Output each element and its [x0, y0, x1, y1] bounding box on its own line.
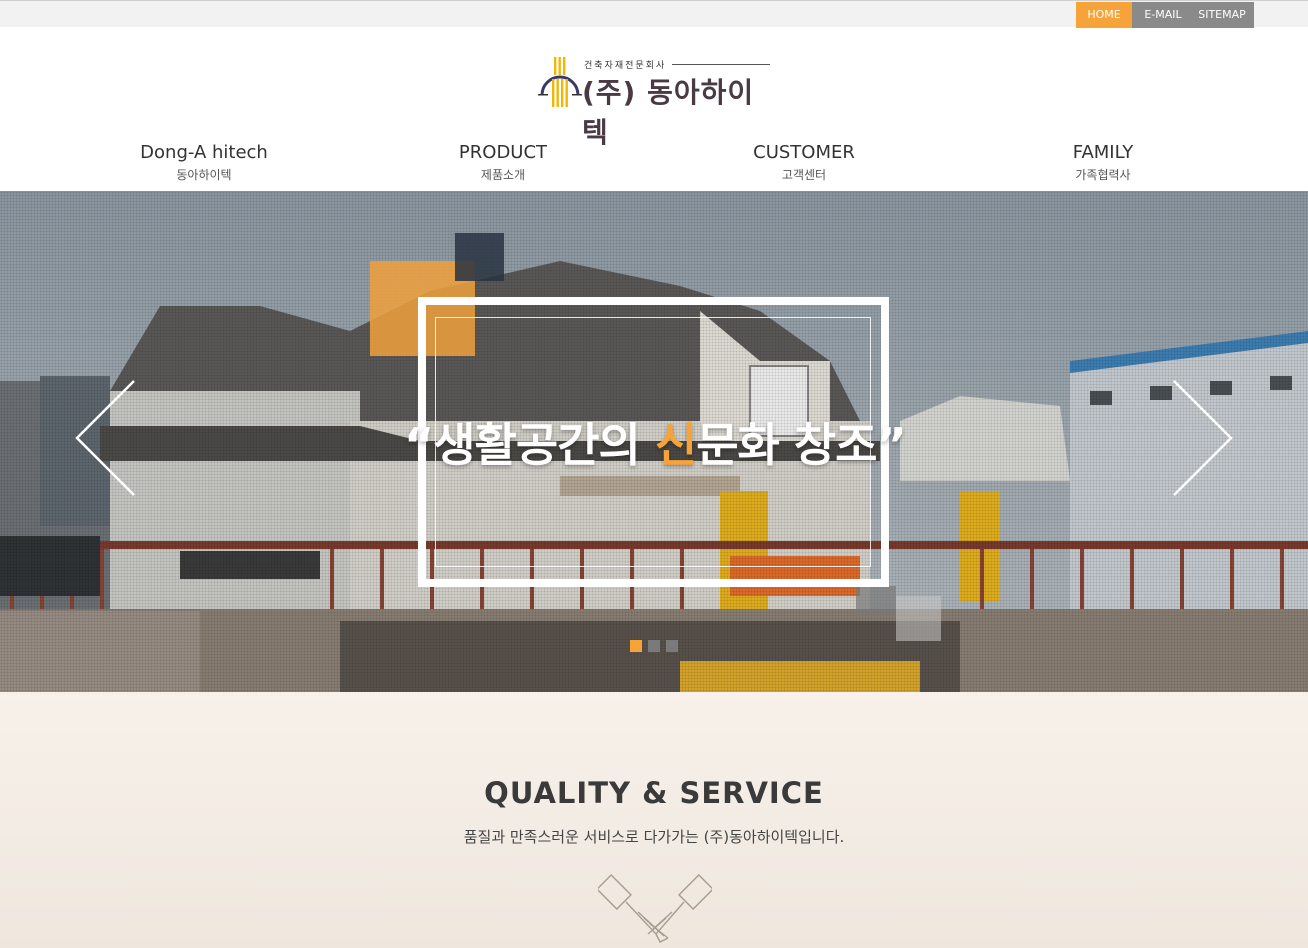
- nav-item-family[interactable]: FAMILY 가족협력사: [1003, 142, 1203, 183]
- deco-gray-square: [856, 586, 896, 616]
- nav-item-customer[interactable]: CUSTOMER 고객센터: [704, 142, 904, 183]
- slider-dot-1[interactable]: [630, 640, 642, 652]
- hero-headline-part: 문화 창조”: [696, 418, 907, 472]
- chevron-left-icon[interactable]: [74, 379, 136, 497]
- logo-tagline: 건축자재전문회사: [584, 61, 667, 71]
- hero-slider: “생활공간의 신문화 창조”: [0, 191, 1308, 692]
- nav-label-ko: 동아하이텍: [176, 168, 232, 182]
- nav-item-dong-a-hitech[interactable]: Dong-A hitech 동아하이텍: [104, 142, 304, 183]
- nav-label-ko: 가족협력사: [1075, 168, 1131, 182]
- nav-label-en: Dong-A hitech: [140, 142, 268, 163]
- logo-emblem-icon: [538, 57, 582, 107]
- deco-dark-square: [455, 233, 504, 281]
- nav-item-product[interactable]: PRODUCT 제품소개: [403, 142, 603, 183]
- slider-dot-2[interactable]: [648, 640, 660, 652]
- handshake-icon: [598, 874, 712, 943]
- hero-headline: “생활공간의 신문화 창조”: [404, 409, 907, 475]
- nav-label-ko: 제품소개: [480, 168, 526, 182]
- chevron-right-icon[interactable]: [1172, 379, 1234, 497]
- deco-light-square: [896, 596, 941, 641]
- sitemap-link[interactable]: SITEMAP: [1190, 2, 1254, 28]
- company-logo[interactable]: 건축자재전문회사 (주) 동아하이텍: [536, 55, 776, 149]
- nav-label-en: CUSTOMER: [753, 142, 855, 163]
- logo-company-name: (주) 동아하이텍: [582, 76, 755, 149]
- section-title: QUALITY & SERVICE: [484, 776, 824, 810]
- slider-pagination: [630, 640, 678, 652]
- top-utility-bar: HOME E-MAIL SITEMAP: [0, 0, 1308, 28]
- quality-service-section: QUALITY & SERVICE 품질과 만족스러운 서비스로 다가가는 (주…: [0, 692, 1308, 948]
- logo-tagline-rule: [672, 64, 770, 65]
- home-link[interactable]: HOME: [1076, 2, 1132, 28]
- hero-headline-part: “생활공간의: [404, 418, 655, 472]
- nav-label-ko: 고객센터: [781, 168, 827, 182]
- utility-links: HOME E-MAIL SITEMAP: [1076, 2, 1254, 28]
- slider-dot-3[interactable]: [666, 640, 678, 652]
- hero-headline-highlight: 신: [654, 418, 697, 472]
- email-link[interactable]: E-MAIL: [1132, 2, 1190, 28]
- section-subtitle: 품질과 만족스러운 서비스로 다가가는 (주)동아하이텍입니다.: [463, 828, 845, 846]
- nav-label-en: PRODUCT: [458, 142, 548, 163]
- nav-label-en: FAMILY: [1072, 142, 1134, 163]
